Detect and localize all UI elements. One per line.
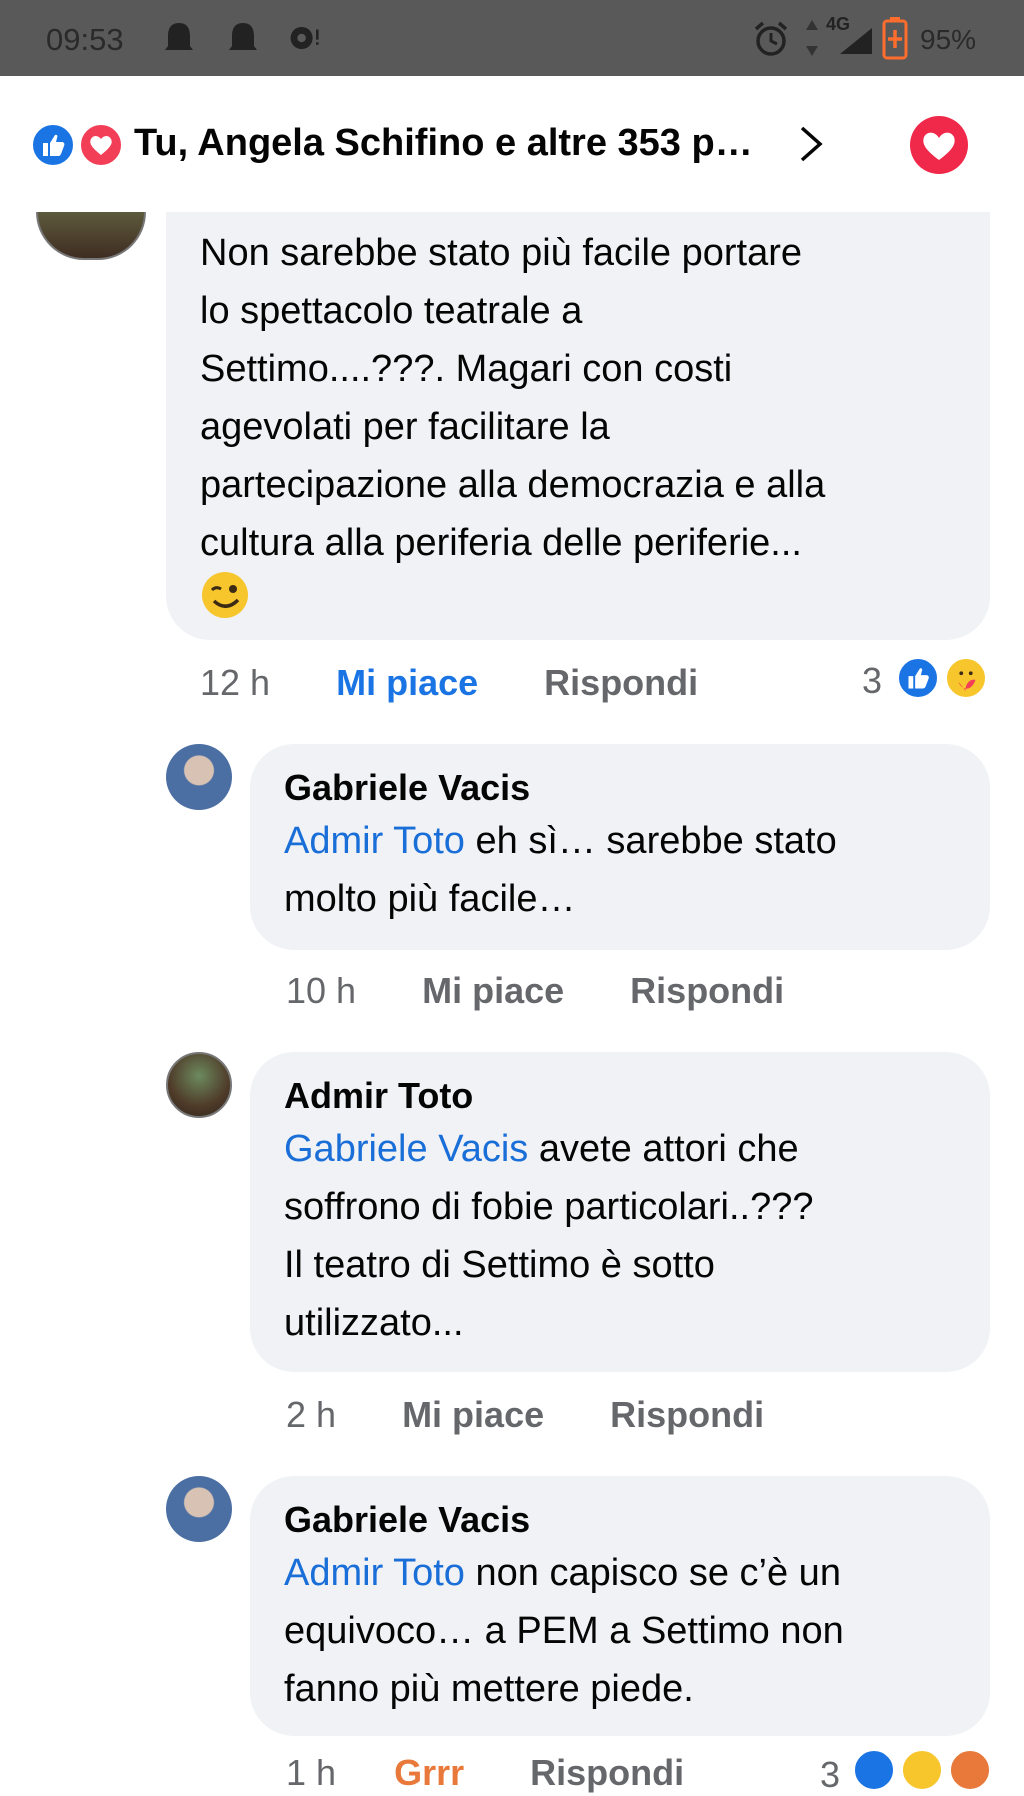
comment-text: Admir Toto non capisco se c’è un equivoc… — [284, 1552, 844, 1710]
like-icon — [896, 656, 940, 700]
mention-link[interactable]: Admir Toto — [284, 1552, 465, 1594]
comment-actions: 10 h Mi piace Rispondi — [286, 970, 784, 1012]
messenger-icon — [290, 26, 319, 50]
like-button[interactable]: Mi piace — [402, 1394, 544, 1435]
battery-percent: 95% — [920, 24, 977, 55]
comment-actions: 2 h Mi piace Rispondi — [286, 1394, 764, 1436]
comment-author[interactable]: Admir Toto — [284, 1072, 956, 1120]
reply-button[interactable]: Rispondi — [610, 1394, 764, 1435]
mention-link[interactable]: Gabriele Vacis — [284, 1128, 528, 1170]
comment-actions: 1 h Grrr Rispondi — [286, 1752, 684, 1794]
like-icon — [30, 122, 76, 168]
comment-text: Non sarebbe stato più facile portare lo … — [200, 232, 826, 564]
notification-bell-icon — [229, 23, 257, 50]
comment-text: Admir Toto eh sì… sarebbe stato molto pi… — [284, 820, 837, 920]
notification-bell-icon — [165, 23, 193, 50]
avatar[interactable] — [166, 1052, 232, 1118]
status-bar: 09:53 4G 95% — [0, 0, 1024, 76]
reactions-summary[interactable]: Tu, Angela Schifino e altre 353 p… — [134, 122, 753, 165]
avatar[interactable] — [36, 212, 146, 260]
comment-time: 10 h — [286, 970, 357, 1011]
comment-time: 1 h — [286, 1752, 337, 1793]
angry-icon — [948, 1748, 992, 1792]
comment-time: 12 h — [200, 662, 271, 703]
comment-bubble: Admir Toto Gabriele Vacis avete attori c… — [250, 1052, 990, 1372]
reaction-count[interactable]: 3 — [862, 660, 882, 702]
comment-bubble: Non sarebbe stato più facile portare lo … — [166, 212, 990, 640]
reaction-count[interactable]: 3 — [820, 1754, 840, 1796]
comment-bubble: Gabriele Vacis Admir Toto non capisco se… — [250, 1476, 990, 1736]
battery-charging-icon — [882, 17, 908, 60]
care-icon — [944, 656, 988, 700]
like-button[interactable]: Mi piace — [422, 970, 564, 1011]
love-react-button[interactable] — [910, 116, 968, 174]
reactions-header-overlay: Tu, Angela Schifino e altre 353 p… — [0, 76, 1024, 212]
reply-button[interactable]: Rispondi — [630, 970, 784, 1011]
reply-button[interactable]: Rispondi — [544, 662, 698, 703]
heart-icon — [923, 132, 955, 160]
wink-emoji-icon — [202, 572, 248, 618]
like-icon — [852, 1748, 896, 1792]
comment-author[interactable]: Gabriele Vacis — [284, 764, 956, 812]
status-time: 09:53 — [46, 22, 124, 57]
like-button[interactable]: Grrr — [394, 1752, 464, 1793]
data-arrows-icon — [806, 20, 818, 56]
love-icon — [78, 122, 124, 168]
chevron-right-icon[interactable] — [796, 124, 826, 164]
reply-button[interactable]: Rispondi — [530, 1752, 684, 1793]
mention-link[interactable]: Admir Toto — [284, 820, 465, 862]
avatar[interactable] — [166, 1476, 232, 1542]
wow-icon — [900, 1748, 944, 1792]
comment-bubble: Gabriele Vacis Admir Toto eh sì… sarebbe… — [250, 744, 990, 950]
signal-icon — [840, 28, 872, 54]
comment-time: 2 h — [286, 1394, 337, 1435]
comment-author[interactable]: Gabriele Vacis — [284, 1496, 956, 1544]
alarm-icon — [754, 21, 788, 56]
like-button[interactable]: Mi piace — [336, 662, 478, 703]
avatar[interactable] — [166, 744, 232, 810]
comment-text: Gabriele Vacis avete attori che soffrono… — [284, 1128, 814, 1344]
comment-actions: 12 h Mi piace Rispondi — [200, 662, 698, 704]
